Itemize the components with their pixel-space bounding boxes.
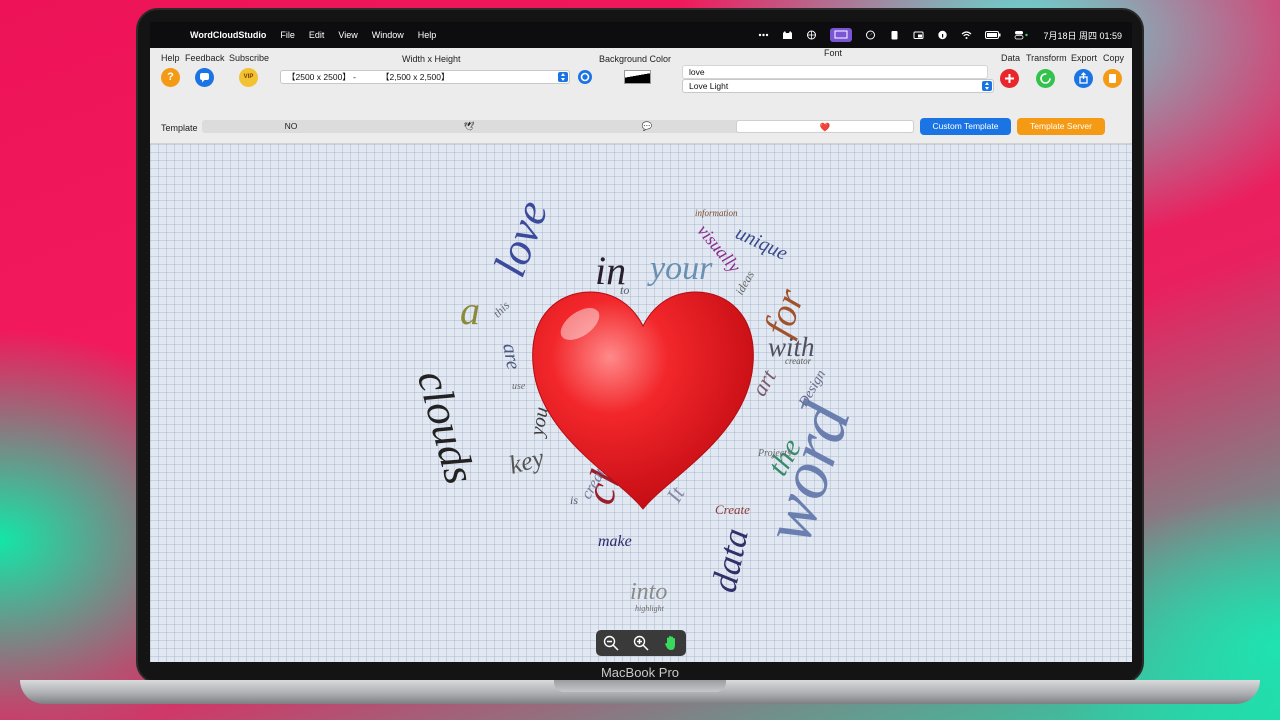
menu-view[interactable]: View bbox=[338, 30, 357, 40]
font-text-input[interactable]: love bbox=[682, 65, 988, 79]
export-label: Export bbox=[1071, 53, 1098, 63]
wordcloud-svg: love in your for with word clouds a clou… bbox=[408, 194, 866, 613]
feedback-button[interactable] bbox=[195, 68, 214, 87]
size-label: Width x Height bbox=[402, 54, 461, 64]
compass-icon[interactable] bbox=[865, 30, 876, 40]
word-a: a bbox=[460, 288, 480, 333]
zoom-in-icon[interactable] bbox=[632, 634, 650, 652]
status-area: 7月18日 周四 01:59 bbox=[758, 22, 1122, 48]
copy-button[interactable] bbox=[1103, 69, 1122, 88]
menu-help[interactable]: Help bbox=[418, 30, 437, 40]
zoom-out-icon[interactable] bbox=[602, 634, 620, 652]
size-value-left: 【2500 x 2500】 - bbox=[287, 72, 356, 82]
laptop-bezel: WordCloudStudio File Edit View Window He… bbox=[136, 8, 1144, 684]
document-icon bbox=[1109, 74, 1116, 83]
vip-button[interactable]: VIP bbox=[239, 68, 258, 87]
data-label: Data bbox=[1001, 53, 1021, 63]
word-data: data bbox=[703, 525, 755, 596]
subscribe-label: Subscribe bbox=[229, 53, 270, 63]
menu-bar: WordCloudStudio File Edit View Window He… bbox=[150, 22, 1132, 48]
plus-icon bbox=[1005, 74, 1014, 83]
transform-button[interactable] bbox=[1036, 69, 1055, 88]
word-information: information bbox=[695, 208, 738, 218]
data-button[interactable] bbox=[1000, 69, 1019, 88]
screen-share-icon[interactable] bbox=[830, 28, 853, 42]
word-clouds: clouds bbox=[408, 365, 485, 489]
word-creator: creator bbox=[785, 356, 812, 366]
word-ideas: ideas bbox=[732, 268, 757, 297]
zoom-toolbar bbox=[596, 630, 686, 656]
word-word: word bbox=[749, 393, 866, 552]
custom-template-button[interactable]: Custom Template bbox=[920, 118, 1011, 135]
font-select[interactable]: Love Light bbox=[682, 79, 994, 93]
template-selector: NO 🕊 💬 ❤️ bbox=[202, 120, 914, 133]
laptop-notch bbox=[554, 680, 726, 692]
hand-pan-icon[interactable] bbox=[662, 634, 680, 652]
clipboard-icon[interactable] bbox=[889, 30, 900, 40]
word-your: your bbox=[647, 250, 713, 287]
bg-color-label: Background Color bbox=[599, 54, 672, 64]
help-label: Help bbox=[161, 53, 180, 63]
template-server-button[interactable]: Template Server bbox=[1017, 118, 1105, 135]
template-option-no[interactable]: NO bbox=[202, 120, 380, 133]
word-projects: Projects bbox=[757, 448, 791, 459]
app-menu[interactable]: WordCloudStudio bbox=[190, 30, 266, 40]
word-to: to bbox=[620, 283, 629, 297]
apple-menu-icon[interactable] bbox=[164, 30, 174, 41]
word-is: is bbox=[570, 493, 578, 507]
export-button[interactable] bbox=[1074, 69, 1093, 88]
help-button[interactable]: ? bbox=[161, 68, 180, 87]
more-icon[interactable] bbox=[758, 30, 769, 40]
feedback-label: Feedback bbox=[185, 53, 225, 63]
window-icon[interactable] bbox=[913, 30, 924, 40]
canvas-area[interactable]: love in your for with word clouds a clou… bbox=[150, 144, 1132, 662]
size-select[interactable]: 【2500 x 2500】 - 【2,500 x 2,500】 bbox=[280, 70, 570, 84]
share-icon bbox=[1079, 72, 1088, 84]
word-into: into bbox=[630, 579, 667, 605]
clock-text: 7月18日 周四 01:59 bbox=[1043, 30, 1122, 41]
size-value-right: 【2,500 x 2,500】 bbox=[381, 72, 450, 82]
wifi-icon[interactable] bbox=[961, 30, 972, 40]
menu-edit[interactable]: Edit bbox=[309, 30, 325, 40]
word-are: are bbox=[498, 342, 524, 371]
info-icon[interactable] bbox=[937, 30, 948, 40]
word-key: key bbox=[506, 443, 547, 480]
app-toolbar: Help Feedback Subscribe ? VIP Width x He… bbox=[150, 48, 1132, 144]
macbook-label: MacBook Pro bbox=[600, 665, 680, 680]
gear-icon bbox=[580, 72, 590, 82]
word-highlight: highlight bbox=[635, 604, 665, 613]
font-name-value: Love Light bbox=[689, 81, 729, 91]
globe-icon[interactable] bbox=[806, 30, 817, 40]
word-create-cap: Create bbox=[715, 502, 750, 517]
template-label: Template bbox=[161, 123, 198, 133]
control-center-icon[interactable] bbox=[1014, 30, 1030, 40]
cat-icon[interactable] bbox=[782, 30, 793, 40]
font-label: Font bbox=[824, 48, 843, 58]
template-option-heart[interactable]: ❤️ bbox=[736, 120, 914, 133]
chat-bubble-icon bbox=[200, 73, 209, 83]
copy-label: Copy bbox=[1103, 53, 1125, 63]
font-stepper-icon[interactable] bbox=[982, 81, 992, 91]
word-this: this bbox=[490, 298, 512, 320]
transform-label: Transform bbox=[1026, 53, 1067, 63]
word-love: love bbox=[483, 194, 557, 283]
refresh-icon bbox=[1040, 73, 1051, 84]
bg-color-swatch[interactable] bbox=[624, 70, 651, 84]
word-make: make bbox=[598, 533, 632, 550]
word-use: use bbox=[512, 381, 526, 392]
template-option-speech[interactable]: 💬 bbox=[558, 120, 736, 133]
size-settings-button[interactable] bbox=[578, 70, 592, 84]
battery-icon[interactable] bbox=[985, 30, 1001, 40]
size-stepper-icon[interactable] bbox=[558, 72, 568, 82]
menu-window[interactable]: Window bbox=[372, 30, 404, 40]
template-option-dove[interactable]: 🕊 bbox=[380, 120, 558, 133]
word-design: Design bbox=[796, 368, 829, 411]
menu-file[interactable]: File bbox=[280, 30, 295, 40]
app-screen: WordCloudStudio File Edit View Window He… bbox=[150, 22, 1132, 662]
